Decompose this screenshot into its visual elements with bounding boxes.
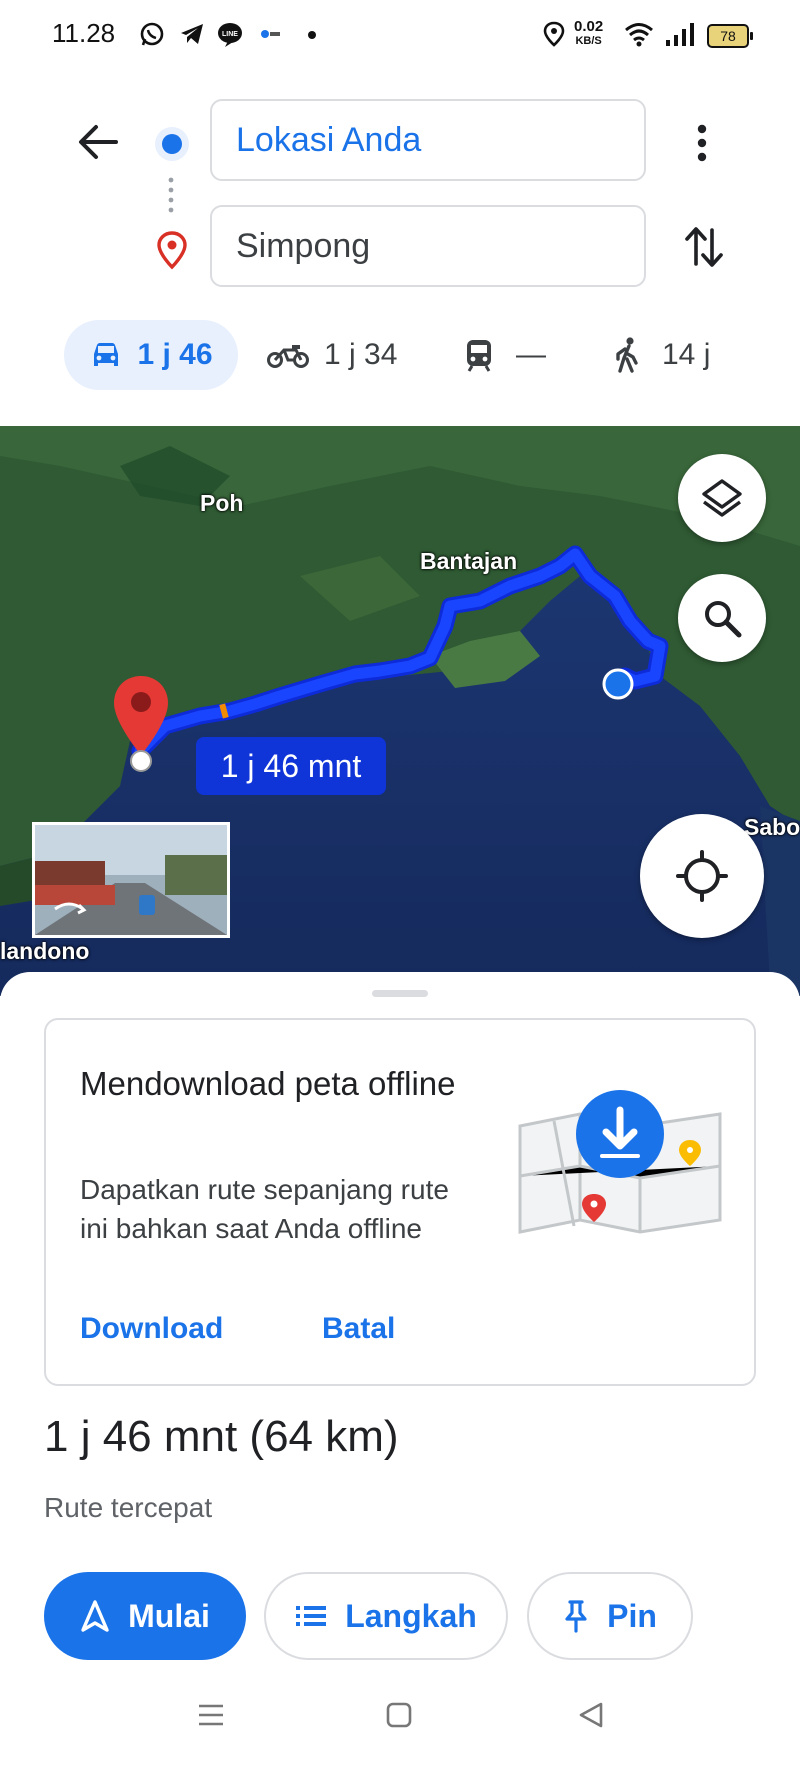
start-navigation-button[interactable]: Mulai bbox=[44, 1572, 246, 1660]
mode-motorcycle-time: 1 j 34 bbox=[324, 338, 398, 371]
location-icon bbox=[543, 21, 565, 47]
offline-map-illustration bbox=[518, 1090, 722, 1234]
pin-button[interactable]: Pin bbox=[527, 1572, 693, 1660]
mode-walk-time: 14 j bbox=[662, 338, 711, 371]
recenter-button[interactable] bbox=[640, 814, 764, 938]
mode-transit-tab[interactable]: — bbox=[464, 320, 546, 390]
place-label-poh: Poh bbox=[200, 490, 244, 516]
mode-transit-time: — bbox=[516, 338, 546, 371]
more-options-icon[interactable] bbox=[690, 121, 714, 165]
list-icon bbox=[296, 1606, 327, 1626]
home-nav-icon[interactable] bbox=[384, 1700, 414, 1730]
download-button[interactable]: Download bbox=[80, 1312, 223, 1346]
layers-icon bbox=[702, 479, 742, 517]
swap-directions-icon[interactable] bbox=[682, 224, 726, 270]
route-connector-dots bbox=[168, 177, 174, 213]
current-location-marker bbox=[602, 668, 634, 700]
destination-map-pin-icon[interactable] bbox=[110, 673, 172, 773]
start-label: Mulai bbox=[128, 1597, 210, 1634]
signal-icon bbox=[666, 23, 694, 46]
destination-pin-icon bbox=[157, 231, 187, 270]
place-label-sabo: Sabo bbox=[744, 814, 800, 840]
motorcycle-icon bbox=[267, 345, 309, 368]
navigation-arrow-icon bbox=[81, 1600, 109, 1632]
steps-button[interactable]: Langkah bbox=[264, 1572, 508, 1660]
transit-icon bbox=[467, 340, 491, 372]
pin-label: Pin bbox=[607, 1597, 657, 1634]
sheet-drag-handle[interactable] bbox=[372, 990, 428, 997]
place-label-bantajan: Bantajan bbox=[420, 548, 518, 574]
svg-text:LINE: LINE bbox=[222, 31, 238, 38]
back-nav-icon[interactable] bbox=[576, 1700, 606, 1730]
status-bar: 11.28 LINE 0.02 KB/S 78 bbox=[0, 0, 800, 70]
wifi-icon bbox=[625, 23, 653, 47]
notification-dot-icon bbox=[308, 31, 316, 39]
offline-card-title: Mendownload peta offline bbox=[80, 1065, 456, 1102]
destination-input[interactable]: Simpong bbox=[210, 205, 646, 287]
data-speed: 0.02 KB/S bbox=[574, 18, 604, 47]
mode-walk-tab[interactable]: 14 j bbox=[614, 320, 710, 390]
offline-card-body: Dapatkan rute sepanjang rute ini bahkan … bbox=[80, 1174, 449, 1244]
steps-label: Langkah bbox=[345, 1597, 477, 1634]
mode-motorcycle-tab[interactable]: 1 j 34 bbox=[266, 320, 397, 390]
telegram-icon bbox=[181, 24, 203, 44]
search-along-route-button[interactable] bbox=[678, 574, 766, 662]
origin-dot-icon bbox=[155, 127, 189, 161]
mode-car-tab[interactable]: 1 j 46 bbox=[64, 320, 238, 390]
layers-button[interactable] bbox=[678, 454, 766, 542]
offline-map-card: Mendownload peta offline Dapatkan rute s… bbox=[44, 1018, 756, 1386]
route-time-distance: 1 j 46 mnt (64 km) bbox=[44, 1412, 399, 1461]
line-icon: LINE bbox=[218, 23, 242, 47]
status-time: 11.28 bbox=[52, 18, 116, 48]
street-view-thumbnail[interactable] bbox=[32, 822, 230, 938]
my-location-icon bbox=[676, 850, 728, 902]
bottom-sheet: Mendownload peta offline Dapatkan rute s… bbox=[0, 972, 800, 1778]
app-icon bbox=[261, 30, 280, 38]
walk-icon bbox=[616, 337, 638, 373]
battery-icon: 78 bbox=[707, 24, 753, 48]
street-view-image bbox=[35, 825, 227, 935]
map-view[interactable]: Poh Bantajan Sabo landono 1 j 46 mnt bbox=[0, 426, 800, 996]
place-label-landono: landono bbox=[0, 938, 90, 964]
cancel-button[interactable]: Batal bbox=[322, 1312, 395, 1346]
car-icon bbox=[94, 343, 119, 366]
menu-nav-icon[interactable] bbox=[196, 1700, 226, 1730]
whatsapp-icon bbox=[140, 22, 164, 46]
route-duration-label[interactable]: 1 j 46 mnt bbox=[196, 737, 386, 795]
pushpin-icon bbox=[565, 1600, 587, 1633]
back-arrow-icon[interactable] bbox=[76, 122, 120, 162]
route-description: Rute tercepat bbox=[44, 1492, 213, 1523]
mode-car-time: 1 j 46 bbox=[137, 338, 213, 371]
origin-input[interactable]: Lokasi Anda bbox=[210, 99, 646, 181]
search-icon bbox=[705, 601, 742, 638]
